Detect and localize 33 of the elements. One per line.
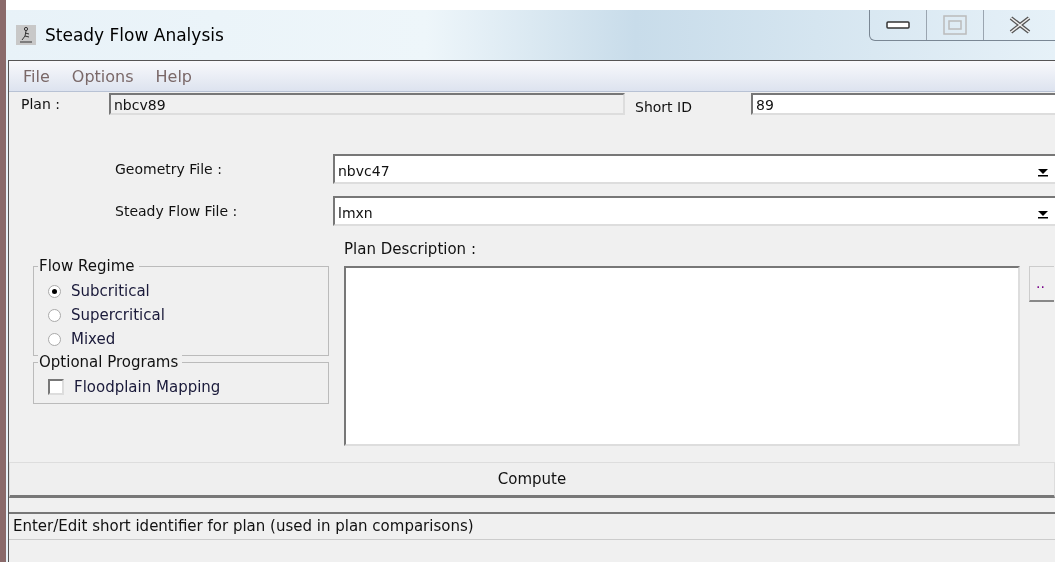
radio-button[interactable] [48,284,61,298]
steady-flow-file-value: lmxn [338,203,374,222]
menu-item[interactable]: File [23,66,50,86]
window-title: Steady Flow Analysis [45,25,224,45]
maximize-icon [943,15,967,35]
steady-flow-file-label: Steady Flow File : [115,203,239,219]
plan-description-label: Plan Description : [344,240,477,260]
plan-label: Plan : [21,96,61,112]
group-title: Optional Programs [38,353,183,371]
app-icon [16,25,36,45]
radio-label: Subcritical [71,282,150,300]
short-id-field[interactable]: 89 [751,93,1055,115]
status-bar: Enter/Edit short identifier for plan (used in plan comparisons) [9,512,1055,540]
menu-item[interactable]: Options [71,66,134,86]
close-icon [1008,16,1032,34]
minimize-icon [886,20,910,30]
radio-button[interactable] [48,332,61,346]
checkbox-label: Floodplain Mapping [74,378,221,396]
compute-button[interactable]: Compute [9,462,1055,498]
group-title: Flow Regime [38,257,139,275]
short-id-label: Short ID [635,98,693,115]
menu-item[interactable]: Help [155,66,192,86]
geometry-file-dropdown[interactable]: nbvc47 [333,154,1055,184]
radio-label: Supercritical [71,306,165,324]
more-button[interactable]: .. [1029,266,1054,302]
radio-label: Mixed [71,330,116,348]
plan-field[interactable]: nbcv89 [109,93,625,115]
plan-description-field[interactable] [344,266,1020,446]
geometry-file-label: Geometry File : [115,161,223,177]
radio-button[interactable] [48,308,61,322]
checkbox[interactable] [48,379,64,395]
steady-flow-file-dropdown[interactable]: lmxn [333,196,1055,226]
geometry-file-value: nbvc47 [338,161,391,180]
